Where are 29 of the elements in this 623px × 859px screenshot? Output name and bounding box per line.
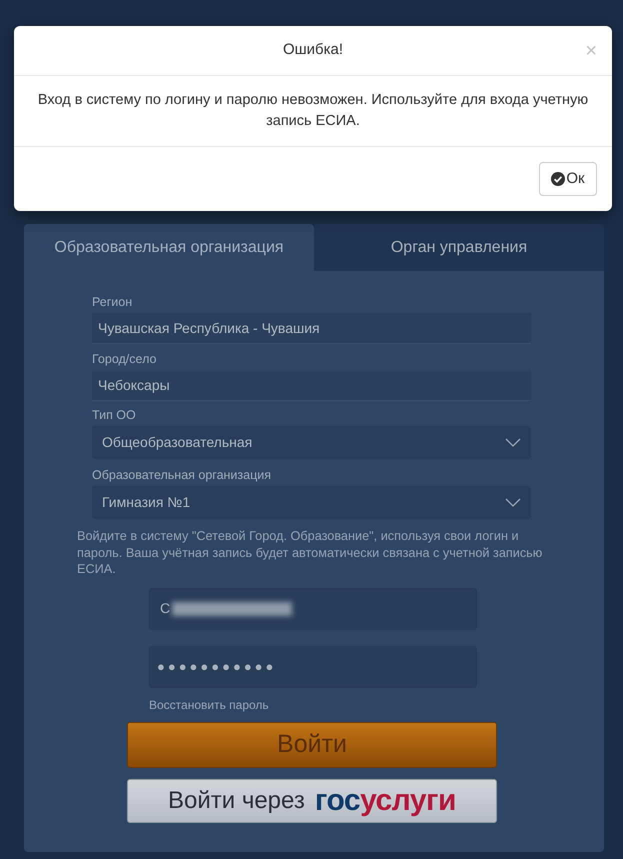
- chevron-down-icon: [505, 498, 521, 507]
- field-label: Регион: [92, 294, 134, 310]
- login-field[interactable]: С: [149, 588, 477, 630]
- gosuslugi-button-label: Войти через: [168, 786, 305, 816]
- gosuslugi-logo: госуслуги: [314, 784, 456, 816]
- password-value: ●●●●●●●●●●●: [157, 658, 276, 676]
- input-field[interactable]: Чувашская Республика - Чувашия: [92, 313, 531, 344]
- select-value: Общеобразовательная: [102, 433, 252, 452]
- select-value: Гимназия №1: [102, 493, 190, 512]
- input-field[interactable]: Чебоксары: [92, 370, 531, 401]
- input-value: Чувашская Республика - Чувашия: [98, 318, 320, 338]
- select-field[interactable]: Гимназия №1: [92, 486, 531, 519]
- input-value: Чебоксары: [98, 376, 170, 395]
- dialog-message: Вход в систему по логину и паролю невозможен. Используйте для входа учетную запись ЕСИА.: [36, 91, 590, 131]
- tab[interactable]: Орган управления: [314, 224, 604, 271]
- ok-button[interactable]: Ок: [539, 162, 597, 196]
- select-field[interactable]: Общеобразовательная: [92, 426, 531, 459]
- tab[interactable]: Образовательная организация: [24, 224, 314, 271]
- gosuslugi-login-button[interactable]: Войти через госуслуги: [127, 778, 497, 822]
- password-field[interactable]: ●●●●●●●●●●●: [149, 646, 477, 688]
- check-circle-icon: [551, 172, 566, 186]
- chevron-down-icon: [505, 438, 521, 447]
- field-label: Город/село: [92, 351, 158, 367]
- login-notice: Войдите в систему "Сетевой Город. Образование", используя свои логин и пароль. Ваша учётная запись будет автоматически связана с учетной записью ЕСИА.: [77, 528, 544, 578]
- field-label: Тип ОО: [92, 407, 137, 423]
- dialog-title: Ошибка!: [282, 40, 344, 60]
- restore-password-link[interactable]: Восстановить пароль: [149, 696, 269, 712]
- login-value: С: [160, 599, 170, 618]
- field-label: Образовательная организация: [92, 467, 272, 483]
